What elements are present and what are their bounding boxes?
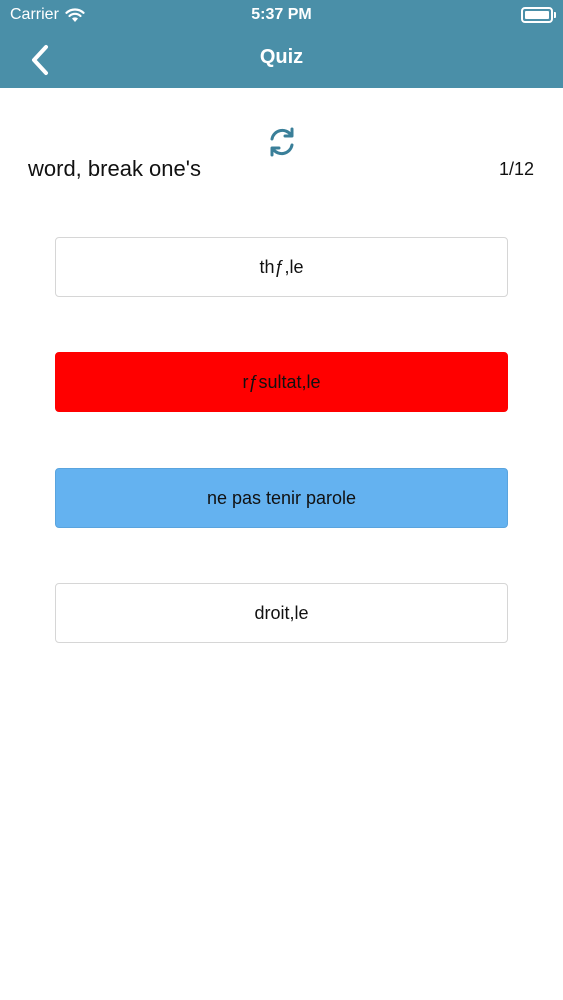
- answer-option-1[interactable]: thƒ,le: [55, 237, 508, 297]
- status-time: 5:37 PM: [251, 6, 312, 23]
- refresh-icon: [270, 127, 294, 157]
- status-bar: Carrier 5:37 PM: [0, 0, 563, 30]
- battery-icon: [521, 7, 556, 23]
- question-counter: 1/12: [498, 159, 534, 179]
- page-title: Quiz: [259, 46, 304, 68]
- answer-option-4[interactable]: droit,le: [55, 583, 508, 643]
- navigation-bar: Quiz: [0, 30, 563, 88]
- answer-option-3[interactable]: ne pas tenir parole: [55, 468, 508, 528]
- refresh-button[interactable]: [264, 124, 300, 160]
- answer-option-2[interactable]: rƒsultat,le: [55, 352, 508, 412]
- question-text: word, break one's: [28, 156, 201, 181]
